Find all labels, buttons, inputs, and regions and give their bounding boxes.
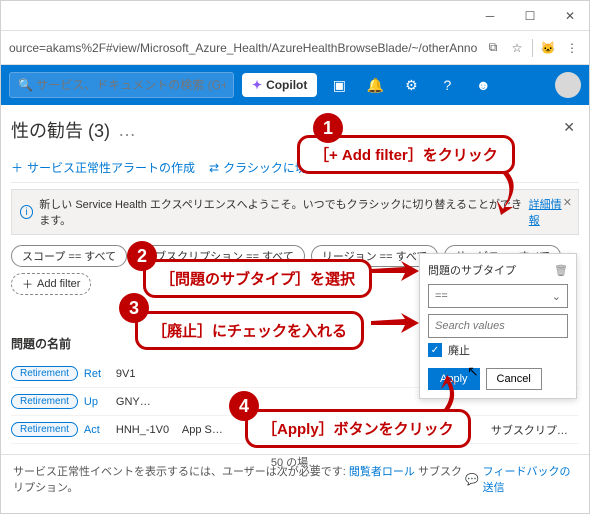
filter-operator-select[interactable]: == ⌄	[428, 284, 568, 308]
feedback-label: フィードバックの送信	[483, 463, 577, 495]
status-cell: Ret	[84, 368, 110, 380]
search-icon: 🔍	[18, 78, 33, 92]
annotation-callout-2: ［問題のサブタイプ］を選択	[143, 259, 372, 298]
feedback-link[interactable]: 💬 フィードバックの送信	[465, 463, 577, 495]
footer-text-pre: サービス正常性イベントを表示するには、ユーザーは次が必要です:	[13, 466, 346, 478]
info-banner-close[interactable]: ✕	[563, 196, 572, 209]
feedback-icon[interactable]: ☻	[469, 77, 497, 93]
star-icon[interactable]: ☆	[508, 39, 526, 57]
annotation-number-3: 3	[119, 293, 149, 323]
copilot-label: Copilot	[266, 78, 307, 92]
page-footer: サービス正常性イベントを表示するには、ユーザーは次が必要です: 閲覧者ロール サ…	[1, 454, 589, 503]
cloud-shell-icon[interactable]: ▣	[325, 77, 353, 94]
more-menu-icon[interactable]: …	[118, 120, 136, 141]
name-cell: GNY…	[116, 396, 176, 408]
filter-field-label: 問題のサブタイプ	[428, 262, 516, 278]
chevron-down-icon: ⌄	[552, 290, 561, 303]
window-maximize-button[interactable]: ☐	[515, 1, 545, 31]
type-badge: Retirement	[11, 422, 78, 437]
add-filter-label: Add filter	[37, 278, 80, 290]
cancel-button[interactable]: Cancel	[486, 368, 542, 390]
copilot-button[interactable]: ✦ Copilot	[242, 73, 317, 97]
pill-add-filter[interactable]: ＋ Add filter	[11, 273, 91, 295]
swap-icon: ⇄	[209, 161, 219, 175]
pill-scope[interactable]: スコープ == すべて	[11, 245, 127, 267]
profile-icon[interactable]: 🐱	[539, 39, 557, 57]
create-alert-label: サービス正常性アラートの作成	[27, 159, 195, 176]
open-external-icon[interactable]: ⧉	[484, 39, 502, 57]
name-cell: 9V1	[116, 368, 176, 380]
info-icon: i	[20, 205, 33, 219]
url-bar: ource=akams%2F#view/Microsoft_Azure_Heal…	[1, 31, 589, 65]
more-icon[interactable]: ⋮	[563, 39, 581, 57]
blade-close-button[interactable]: ✕	[563, 119, 575, 136]
window-minimize-button[interactable]: ─	[475, 1, 505, 31]
type-badge: Retirement	[11, 394, 78, 409]
service-cell: App S…	[182, 424, 252, 436]
footer-role-link[interactable]: 閲覧者ロール	[349, 466, 415, 478]
filter-search-input[interactable]	[428, 314, 568, 338]
search-input[interactable]	[36, 78, 225, 92]
annotation-number-1: 1	[313, 113, 343, 143]
annotation-number-4: 4	[229, 391, 259, 421]
checkbox-checked-icon[interactable]: ✓	[428, 343, 442, 357]
plus-icon: ＋	[11, 159, 23, 176]
info-banner-text: 新しい Service Health エクスペリエンスへようこそ。いつでもクラシ…	[39, 196, 522, 228]
filter-operator-value: ==	[435, 290, 448, 302]
create-alert-button[interactable]: ＋ サービス正常性アラートの作成	[11, 159, 195, 176]
user-avatar[interactable]	[555, 72, 581, 98]
filter-remove-icon[interactable]: 🗑	[554, 264, 568, 277]
help-icon[interactable]: ?	[433, 77, 461, 93]
cursor-icon: ↖	[467, 363, 479, 380]
global-search[interactable]: 🔍	[9, 72, 234, 98]
azure-top-bar: 🔍 ✦ Copilot ▣ 🔔 ⚙ ? ☻	[1, 65, 589, 105]
page-title: 性の勧告 (3)	[11, 117, 110, 143]
annotation-callout-3: ［廃止］にチェックを入れる	[135, 311, 364, 350]
divider	[532, 39, 533, 57]
settings-icon[interactable]: ⚙	[397, 77, 425, 94]
url-text[interactable]: ource=akams%2F#view/Microsoft_Azure_Heal…	[9, 41, 478, 55]
plus-icon: ＋	[22, 276, 33, 292]
window-close-button[interactable]: ✕	[555, 1, 585, 31]
filter-checkbox-row[interactable]: ✓ 廃止	[428, 342, 568, 358]
feedback-icon: 💬	[465, 473, 479, 486]
type-badge: Retirement	[11, 366, 78, 381]
annotation-arrow-3	[371, 313, 419, 333]
status-cell: Act	[84, 424, 110, 436]
window-titlebar: ─ ☐ ✕	[1, 1, 589, 31]
checkbox-label: 廃止	[448, 342, 470, 358]
filter-panel-label: 問題のサブタイプ 🗑	[428, 262, 568, 278]
name-cell: HNH_-1V0	[116, 424, 176, 436]
status-cell: Up	[84, 396, 110, 408]
sparkle-icon: ✦	[252, 78, 262, 92]
notifications-icon[interactable]: 🔔	[361, 77, 389, 94]
annotation-arrow-2	[371, 261, 419, 281]
annotation-number-2: 2	[127, 241, 157, 271]
subscription-cell: サブスクリプ…	[491, 422, 571, 438]
annotation-callout-4: ［Apply］ボタンをクリック	[245, 409, 471, 448]
